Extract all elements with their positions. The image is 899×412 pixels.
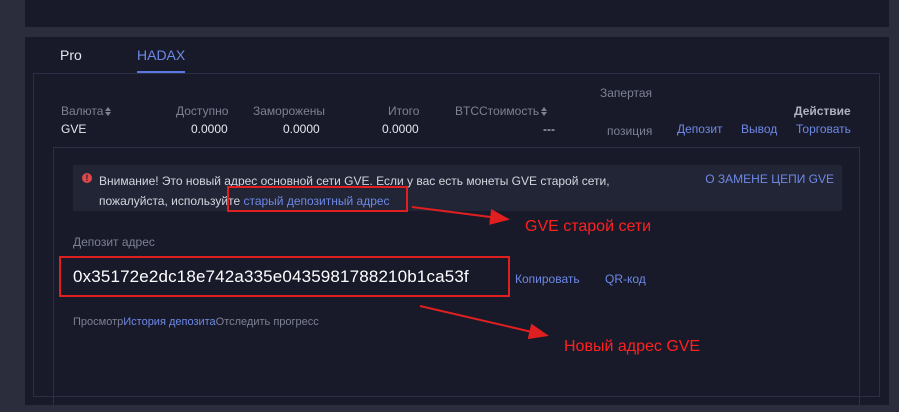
annotation-new-address: Новый адрес GVE	[564, 338, 701, 355]
arrow-old-network	[411, 206, 510, 225]
annotation-old-network: GVE старой сети	[525, 218, 652, 235]
arrow-new-address	[419, 305, 549, 340]
annotation-arrows	[411, 206, 549, 340]
